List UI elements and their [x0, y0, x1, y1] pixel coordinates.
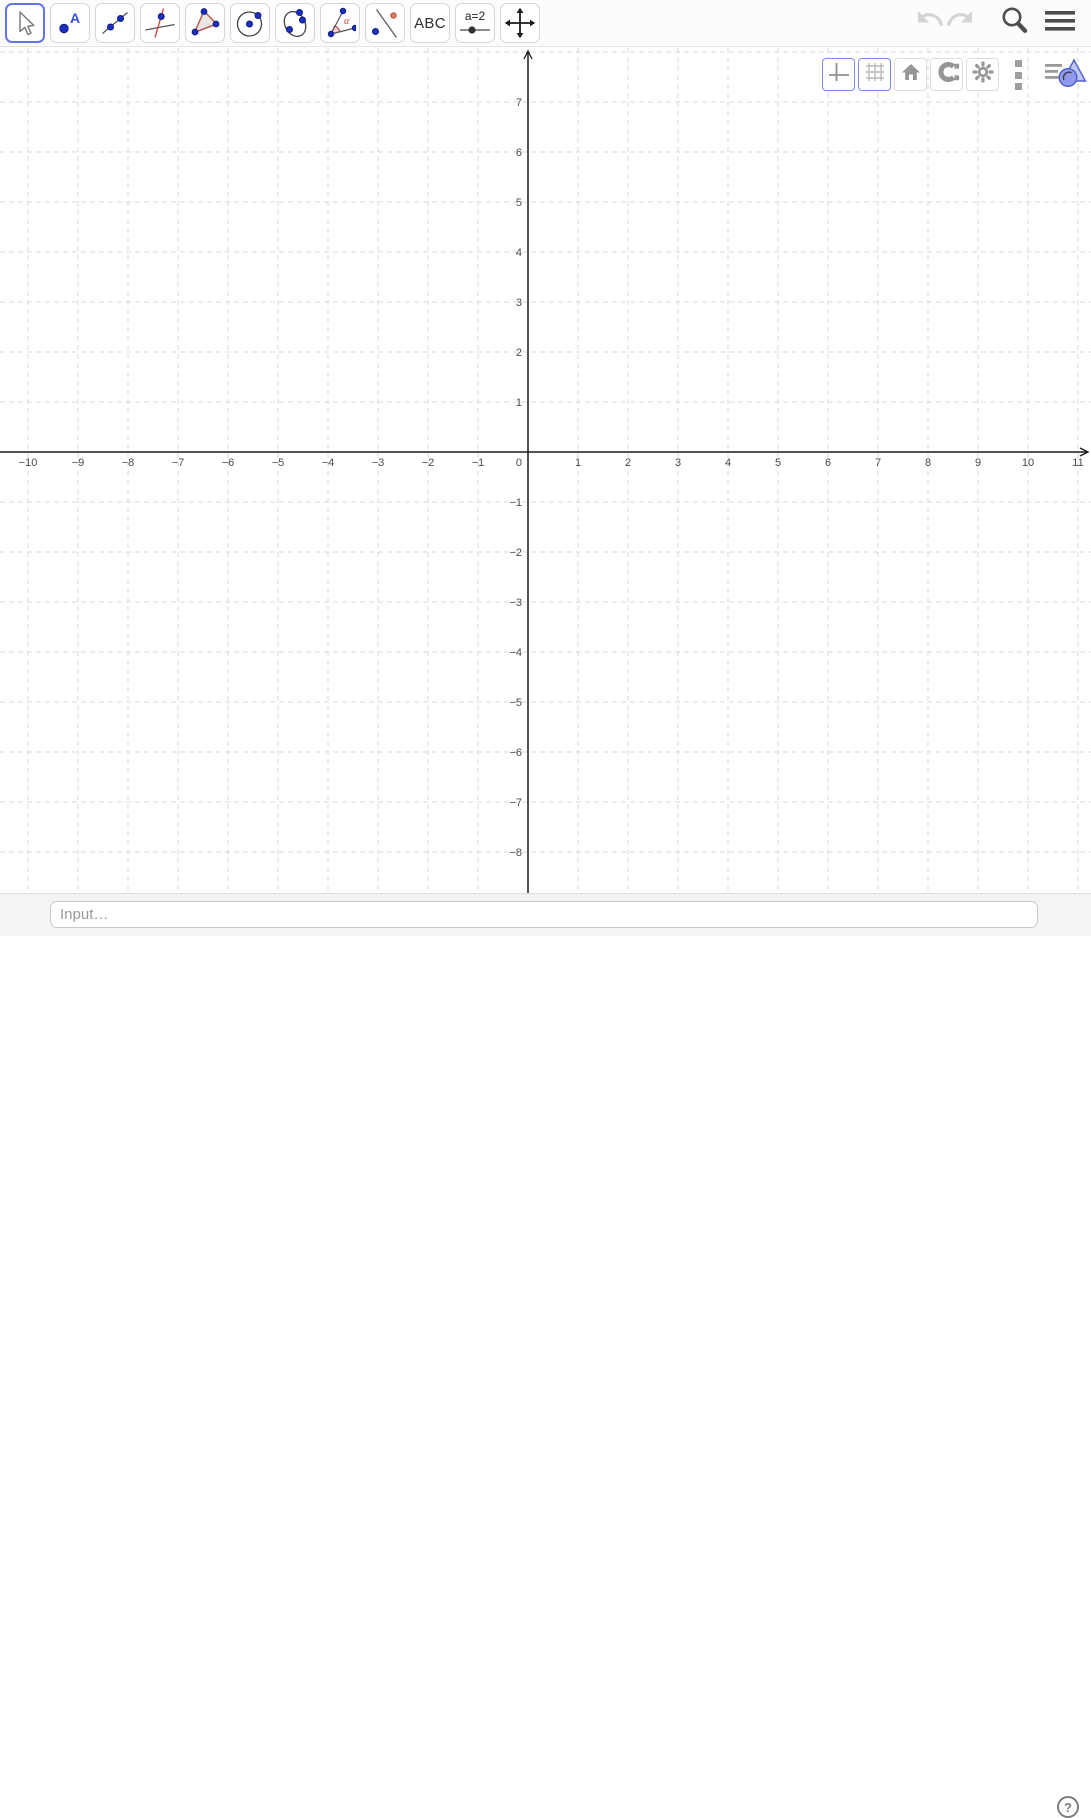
search-icon	[998, 4, 1032, 43]
ellipse-icon	[279, 7, 311, 39]
tool-move-view-button[interactable]	[500, 3, 540, 43]
move-arrows-icon	[504, 7, 536, 39]
axis-tick-label: −2	[422, 457, 435, 469]
graphics-view-buttons	[822, 58, 999, 91]
axis-tick-label: −3	[372, 457, 385, 469]
axis-tick-label: 0	[516, 457, 522, 469]
tool-text-button[interactable]: ABC	[410, 3, 450, 43]
tool-ellipse-button[interactable]	[275, 3, 315, 43]
axis-tick-label: −7	[509, 797, 522, 809]
axis-tick-label: 4	[725, 457, 731, 469]
axis-tick-label: 4	[516, 247, 522, 259]
axis-tick-label: 7	[875, 457, 881, 469]
reflect-icon	[369, 7, 401, 39]
toolbar-right	[911, 0, 1079, 47]
axis-tick-label: −2	[509, 547, 522, 559]
toggle-axes-button[interactable]	[822, 58, 855, 91]
tool-point-button[interactable]: A	[50, 3, 90, 43]
stylebar-toggle-button[interactable]	[1044, 58, 1088, 90]
axis-tick-label: 2	[625, 457, 631, 469]
gear-icon	[971, 60, 995, 89]
axis-tick-label: −1	[509, 497, 522, 509]
graphics-view[interactable]: −10−9−8−7−6−5−4−3−2−11234567891011765432…	[0, 48, 1091, 893]
angle-icon: α	[324, 7, 356, 39]
axes-icon	[827, 60, 851, 89]
axis-tick-label: 3	[675, 457, 681, 469]
axis-tick-label: 6	[825, 457, 831, 469]
snap-to-grid-button[interactable]	[930, 58, 963, 91]
axis-tick-label: 8	[925, 457, 931, 469]
point-label: A	[70, 10, 80, 26]
axis-tick-label: −6	[509, 747, 522, 759]
axis-tick-label: −10	[19, 457, 38, 469]
slider-label: a=2	[465, 9, 486, 23]
angle-alpha-label: α	[344, 16, 350, 27]
axis-tick-label: −4	[322, 457, 335, 469]
algebra-input[interactable]	[50, 901, 1038, 928]
axis-tick-label: −4	[509, 647, 522, 659]
tool-angle-button[interactable]: α	[320, 3, 360, 43]
axis-tick-label: −5	[509, 697, 522, 709]
axis-tick-label: 1	[516, 397, 522, 409]
home-view-button[interactable]	[894, 58, 927, 91]
tool-line-button[interactable]	[95, 3, 135, 43]
polygon-icon	[189, 7, 221, 39]
slider-icon: a=2	[457, 7, 493, 39]
axis-tick-label: −8	[122, 457, 135, 469]
perpendicular-line-icon	[144, 7, 176, 39]
menu-button[interactable]	[1041, 6, 1079, 42]
more-options-button[interactable]	[1010, 60, 1026, 90]
axis-tick-label: 1	[575, 457, 581, 469]
tool-circle-button[interactable]	[230, 3, 270, 43]
axis-tick-label: −9	[72, 457, 85, 469]
graphics-canvas[interactable]: −10−9−8−7−6−5−4−3−2−11234567891011765432…	[0, 48, 1091, 893]
tool-slider-button[interactable]: a=2	[455, 3, 495, 43]
tool-move-button[interactable]	[5, 3, 45, 43]
search-button[interactable]	[997, 6, 1033, 42]
axis-tick-label: 7	[516, 97, 522, 109]
tool-polygon-button[interactable]	[185, 3, 225, 43]
tool-perpendicular-line-button[interactable]	[140, 3, 180, 43]
kebab-dot	[1015, 72, 1022, 79]
axis-tick-label: −3	[509, 597, 522, 609]
undo-button[interactable]	[911, 7, 945, 41]
kebab-dot	[1015, 60, 1022, 67]
toggle-grid-button[interactable]	[858, 58, 891, 91]
undo-icon	[911, 5, 945, 42]
circle-icon	[234, 7, 266, 39]
settings-button[interactable]	[966, 58, 999, 91]
grid-icon	[863, 60, 887, 89]
cursor-icon	[9, 7, 41, 39]
point-icon: A	[54, 7, 86, 39]
hamburger-menu-icon	[1045, 8, 1075, 39]
axis-tick-label: −7	[172, 457, 185, 469]
axis-tick-label: 3	[516, 297, 522, 309]
kebab-dot	[1015, 83, 1022, 90]
magnet-icon	[934, 60, 960, 89]
text-tool-icon: ABC	[414, 15, 446, 32]
line-icon	[99, 7, 131, 39]
axis-tick-label: −8	[509, 847, 522, 859]
redo-button[interactable]	[945, 7, 979, 41]
input-bar: ?	[0, 893, 1091, 936]
tool-reflect-button[interactable]	[365, 3, 405, 43]
axis-tick-label: 10	[1022, 457, 1034, 469]
toolbar: A	[0, 0, 1091, 47]
axis-tick-label: 6	[516, 147, 522, 159]
help-question-mark: ?	[1064, 1800, 1072, 1815]
axis-tick-label: 5	[516, 197, 522, 209]
home-icon	[899, 60, 923, 89]
axis-tick-label: 11	[1072, 457, 1083, 469]
axis-tick-label: −5	[272, 457, 285, 469]
axis-tick-label: 2	[516, 347, 522, 359]
redo-icon	[945, 5, 979, 42]
axis-tick-label: −1	[472, 457, 485, 469]
help-button[interactable]: ?	[1057, 1796, 1079, 1818]
axis-tick-label: 5	[775, 457, 781, 469]
axis-tick-label: −6	[222, 457, 235, 469]
axis-tick-label: 9	[975, 457, 981, 469]
stylebar-icon	[1044, 77, 1088, 94]
